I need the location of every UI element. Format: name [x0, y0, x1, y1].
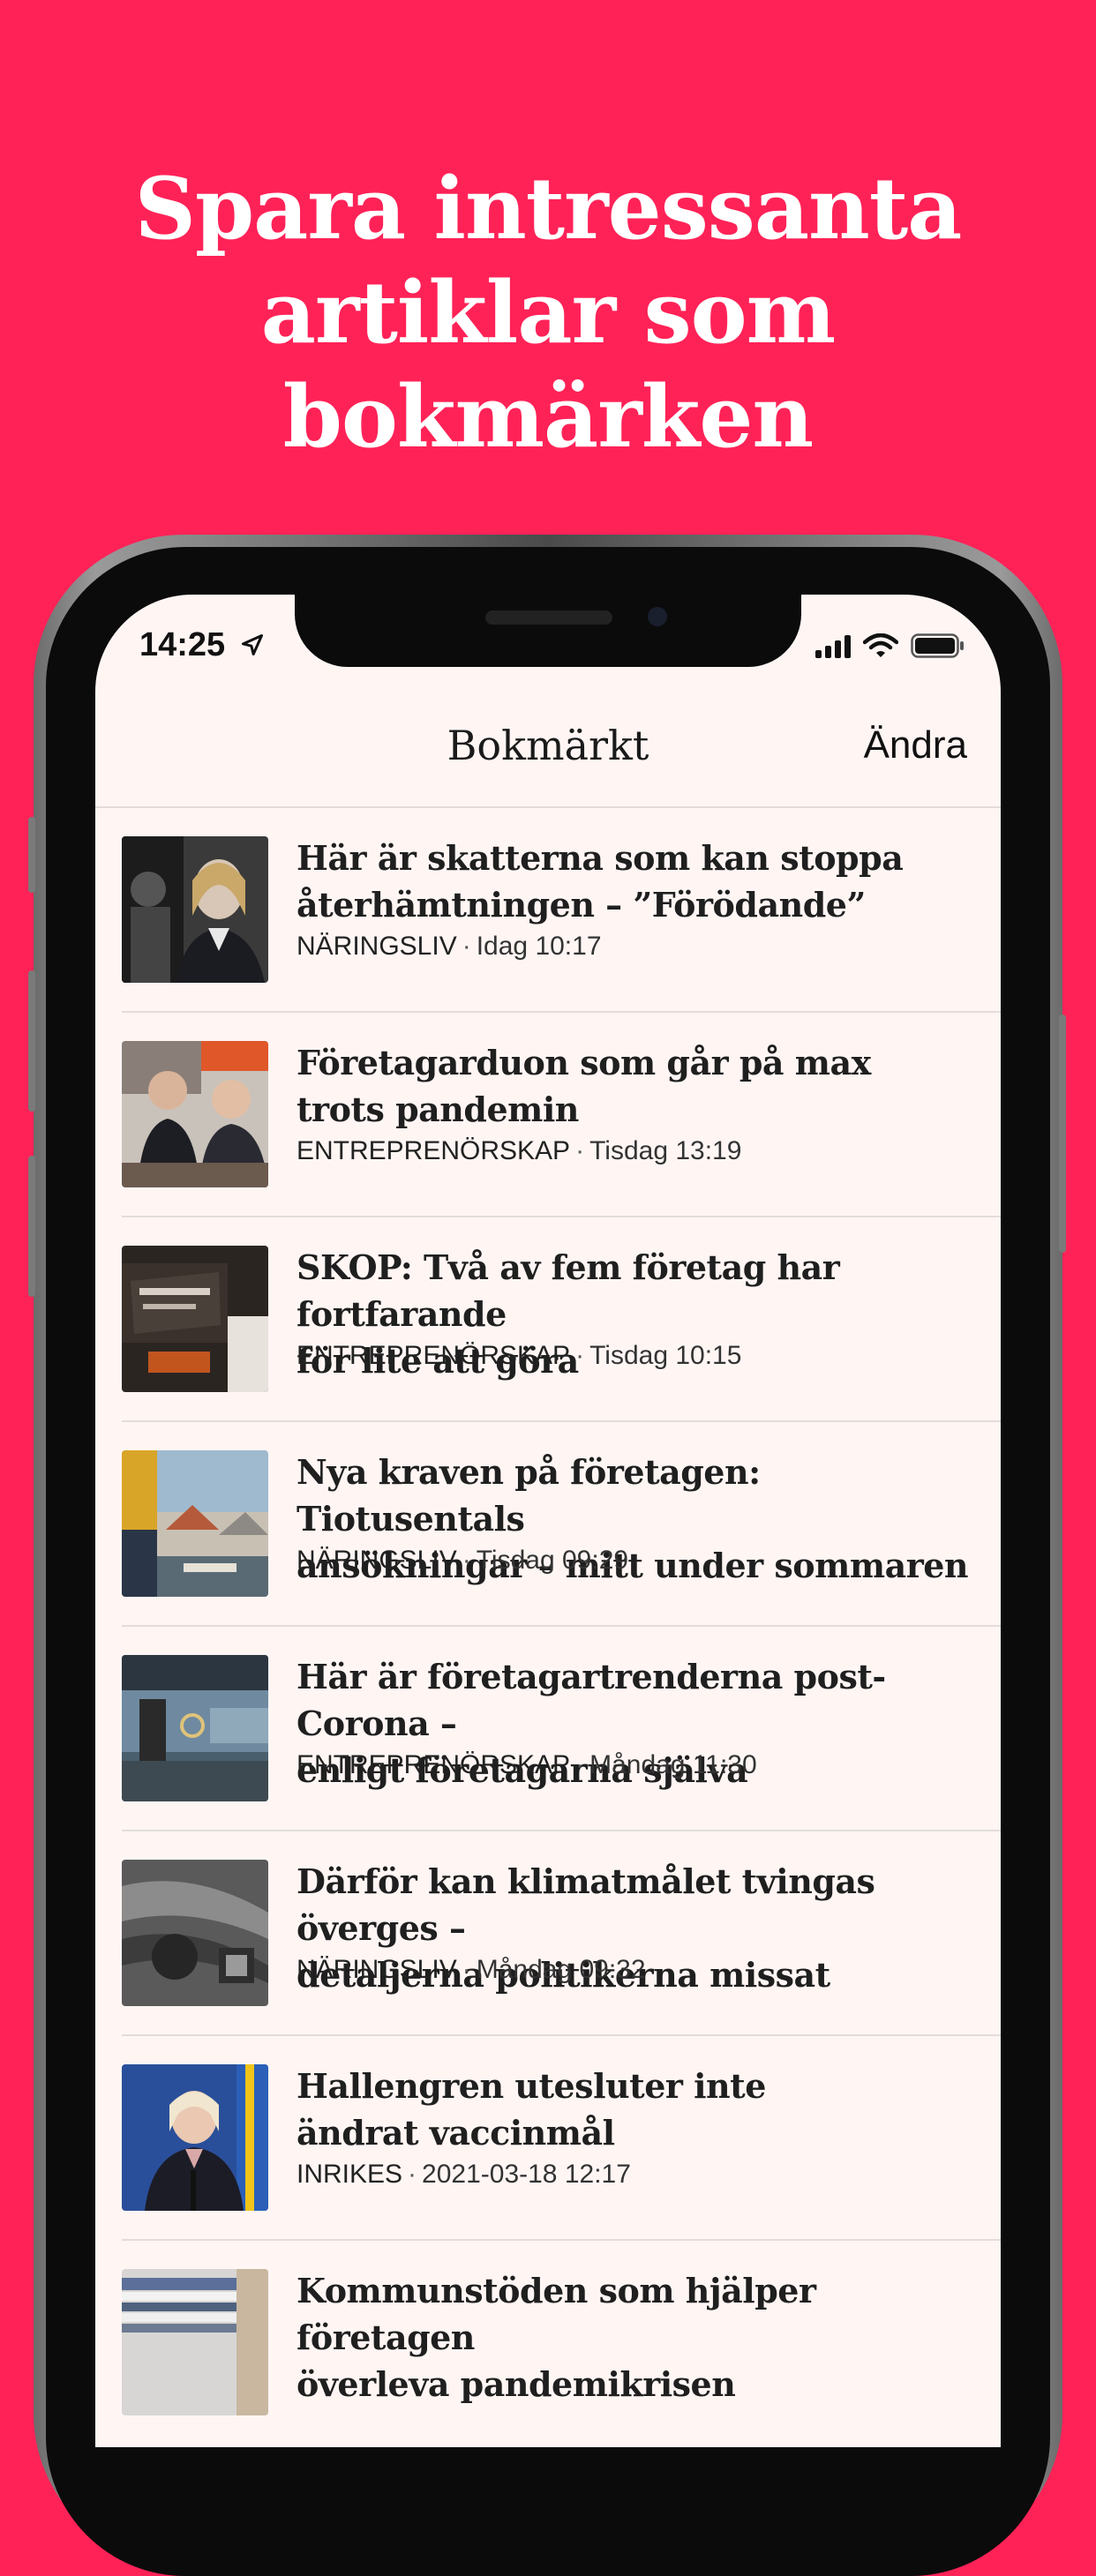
- article-title-line: överleva pandemikrisen: [297, 2364, 736, 2404]
- article-thumbnail: [122, 1450, 268, 1597]
- phone-notch: [295, 595, 801, 667]
- article-title-line: SKOP: Två av fem företag har fortfarande: [297, 1247, 840, 1334]
- headline-line-1: Spara intressanta: [134, 159, 963, 258]
- phone-side-button: [28, 817, 35, 893]
- article-category: NÄRINGSLIV: [297, 1546, 457, 1575]
- bookmark-list: Här är skatterna som kan stoppa återhämt…: [122, 808, 1001, 2444]
- article-thumbnail: [122, 1246, 268, 1392]
- article-thumbnail: [122, 1041, 268, 1187]
- article-time: 2021-03-18 12:17: [422, 2160, 631, 2189]
- article-meta: ENTREPRENÖRSKAP · Tisdag 13:19: [297, 1136, 742, 1165]
- article-title-line: återhämtningen – ”Förödande”: [297, 885, 866, 925]
- article-meta: ENTREPRENÖRSKAP · Måndag 11:30: [297, 1750, 757, 1779]
- article-category: ENTREPRENÖRSKAP: [297, 1341, 571, 1370]
- status-time: 14:25: [139, 626, 226, 663]
- article-category: ENTREPRENÖRSKAP: [297, 1750, 571, 1779]
- status-icons: [815, 633, 965, 658]
- article-title-line: ändrat vaccinmål: [297, 2113, 615, 2153]
- list-item[interactable]: Därför kan klimatmålet tvingas överges –…: [122, 1831, 1001, 2036]
- navigation-bar: Bokmärkt Ändra: [95, 683, 1001, 808]
- edit-button[interactable]: Ändra: [864, 723, 967, 768]
- article-title: Här är skatterna som kan stoppa återhämt…: [297, 835, 994, 928]
- list-item[interactable]: Här är företagartrenderna post-Corona – …: [122, 1627, 1001, 1831]
- article-thumbnail: [122, 1655, 268, 1801]
- article-time: Måndag 09:32: [476, 1955, 646, 1984]
- front-camera: [648, 607, 667, 626]
- list-item[interactable]: Hallengren utesluter inte ändrat vaccinm…: [122, 2036, 1001, 2241]
- article-category: ENTREPRENÖRSKAP: [297, 1136, 571, 1165]
- article-title: Företagarduon som går på max trots pande…: [297, 1039, 994, 1133]
- phone-screen: 14:25 Bokmärkt Ändra Här är skatterna so…: [95, 595, 1001, 2447]
- battery-icon: [911, 633, 964, 658]
- article-category: NÄRINGSLIV: [297, 932, 457, 961]
- article-thumbnail: [122, 1860, 268, 2006]
- list-item[interactable]: Kommunstöden som hjälper företagen överl…: [122, 2241, 1001, 2444]
- article-meta: NÄRINGSLIV · Idag 10:17: [297, 932, 602, 961]
- article-category: INRIKES: [297, 2160, 403, 2189]
- article-thumbnail: [122, 2269, 268, 2415]
- article-time: Tisdag 13:19: [589, 1136, 742, 1165]
- article-title-line: Hallengren utesluter inte: [297, 2066, 766, 2106]
- article-title-line: Här är skatterna som kan stoppa: [297, 838, 904, 878]
- speaker-grille: [485, 610, 612, 625]
- article-title-line: trots pandemin: [297, 1090, 579, 1129]
- article-title-line: Här är företagartrenderna post-Corona –: [297, 1657, 886, 1743]
- article-title: Kommunstöden som hjälper företagen överl…: [297, 2267, 994, 2408]
- phone-volume-up-button: [28, 970, 35, 1112]
- phone-volume-down-button: [28, 1156, 35, 1297]
- article-thumbnail: [122, 2064, 268, 2211]
- location-arrow-icon: [241, 633, 263, 656]
- article-meta: INRIKES · 2021-03-18 12:17: [297, 2160, 631, 2189]
- phone-power-button: [1059, 1015, 1066, 1253]
- headline-line-2: artiklar som bokmärken: [260, 263, 836, 467]
- article-meta: NÄRINGSLIV · Måndag 09:32: [297, 1955, 646, 1984]
- article-time: Tisdag 09:29: [476, 1546, 629, 1575]
- marketing-headline: Spara intressanta artiklar som bokmärken: [0, 157, 1096, 469]
- article-title: Hallengren utesluter inte ändrat vaccinm…: [297, 2063, 994, 2156]
- status-time-group: 14:25: [139, 626, 265, 664]
- article-title-line: Företagarduon som går på max: [297, 1043, 871, 1082]
- article-time: Måndag 11:30: [589, 1750, 757, 1779]
- list-item[interactable]: Här är skatterna som kan stoppa återhämt…: [122, 808, 1001, 1013]
- article-category: NÄRINGSLIV: [297, 1955, 457, 1984]
- list-item[interactable]: SKOP: Två av fem företag har fortfarande…: [122, 1217, 1001, 1422]
- article-title-line: Därför kan klimatmålet tvingas överges –: [297, 1861, 875, 1948]
- article-thumbnail: [122, 836, 268, 983]
- signal-bars-icon: [815, 635, 851, 658]
- list-item[interactable]: Nya kraven på företagen: Tiotusentals an…: [122, 1422, 1001, 1627]
- list-item[interactable]: Företagarduon som går på max trots pande…: [122, 1013, 1001, 1217]
- article-time: Idag 10:17: [476, 932, 602, 961]
- article-title-line: Kommunstöden som hjälper företagen: [297, 2271, 816, 2357]
- article-time: Tisdag 10:15: [589, 1341, 742, 1370]
- article-meta: ENTREPRENÖRSKAP · Tisdag 10:15: [297, 1341, 742, 1370]
- wifi-icon: [863, 633, 898, 657]
- article-meta: NÄRINGSLIV · Tisdag 09:29: [297, 1546, 629, 1575]
- article-title-line: Nya kraven på företagen: Tiotusentals: [297, 1452, 761, 1539]
